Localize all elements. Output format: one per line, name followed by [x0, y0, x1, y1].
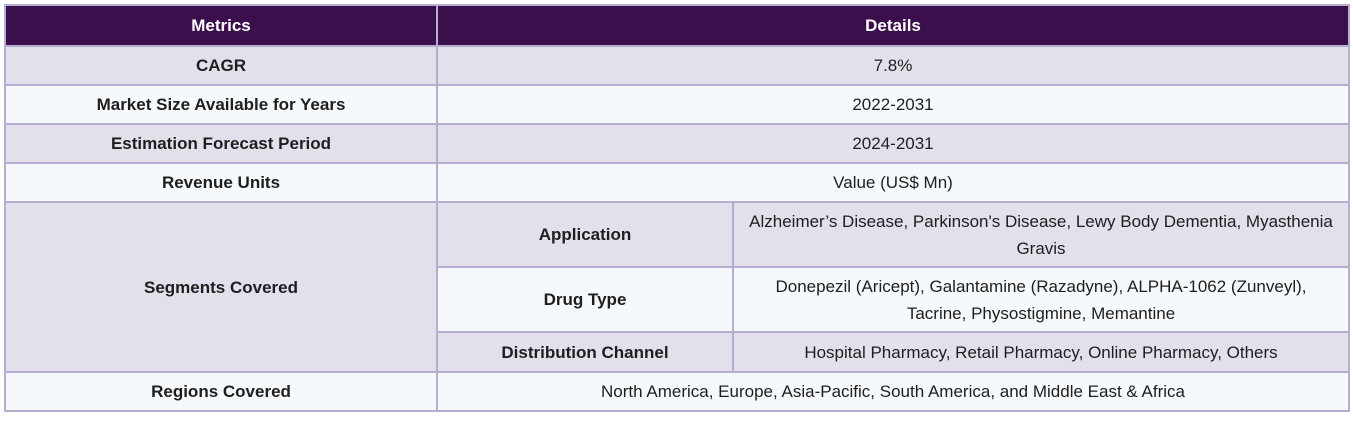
table-row: Segments Covered Application Alzheimer’s… [4, 201, 1350, 373]
metric-forecast-period-value: 2024-2031 [436, 123, 1350, 164]
metrics-table: Metrics Details CAGR 7.8% Market Size Av… [4, 4, 1350, 412]
metric-market-size-value: 2022-2031 [436, 84, 1350, 125]
metrics-column-header: Metrics [4, 4, 438, 47]
segment-drug-type-label: Drug Type [436, 266, 734, 333]
regions-covered-value: North America, Europe, Asia-Pacific, Sou… [436, 371, 1350, 412]
metric-market-size-label: Market Size Available for Years [4, 84, 438, 125]
table-row: Revenue Units Value (US$ Mn) [4, 162, 1350, 203]
table-header-row: Metrics Details [4, 4, 1350, 47]
metric-revenue-units-label: Revenue Units [4, 162, 438, 203]
metric-forecast-period-label: Estimation Forecast Period [4, 123, 438, 164]
segment-application-value: Alzheimer’s Disease, Parkinson's Disease… [732, 201, 1350, 268]
table-row: Market Size Available for Years 2022-203… [4, 84, 1350, 125]
details-column-header: Details [436, 4, 1350, 47]
segments-covered-label: Segments Covered [4, 201, 438, 373]
regions-covered-label: Regions Covered [4, 371, 438, 412]
segment-distribution-channel-value: Hospital Pharmacy, Retail Pharmacy, Onli… [732, 331, 1350, 373]
table-row: Estimation Forecast Period 2024-2031 [4, 123, 1350, 164]
table-row: Regions Covered North America, Europe, A… [4, 371, 1350, 412]
segment-distribution-channel-label: Distribution Channel [436, 331, 734, 373]
segment-drug-type-value: Donepezil (Aricept), Galantamine (Razady… [732, 266, 1350, 333]
metric-cagr-value: 7.8% [436, 45, 1350, 86]
metric-revenue-units-value: Value (US$ Mn) [436, 162, 1350, 203]
table-row: CAGR 7.8% [4, 45, 1350, 86]
segment-application-label: Application [436, 201, 734, 268]
metric-cagr-label: CAGR [4, 45, 438, 86]
